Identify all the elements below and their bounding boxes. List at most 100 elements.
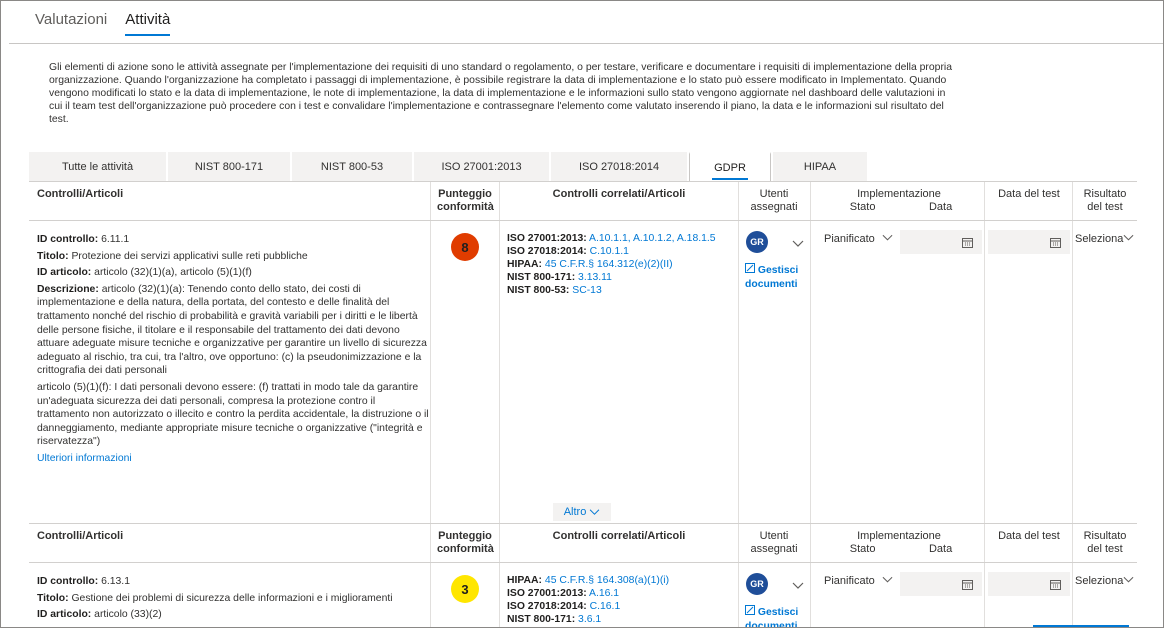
test-date-input[interactable]	[988, 572, 1070, 596]
related-link[interactable]: 3.13.11	[578, 272, 612, 283]
header-score-line: conformità	[437, 201, 494, 213]
description-label: Descrizione:	[37, 283, 99, 295]
filter-tab-iso-27018[interactable]: ISO 27018:2014	[551, 152, 687, 181]
grid-header: Controlli/Articoli Punteggio conformità C…	[29, 523, 1137, 563]
header-users-line: Utenti	[759, 530, 789, 542]
related-label: NIST 800-171:	[507, 614, 576, 625]
header-related: Controlli correlati/Articoli	[552, 188, 686, 200]
header-score-line: Punteggio	[438, 188, 492, 200]
filter-tab-label: ISO 27018:2014	[578, 160, 660, 173]
manage-documents-link[interactable]: Gestisci documenti	[745, 605, 798, 627]
chevron-down-icon	[882, 576, 893, 583]
header-impl-title: Implementazione	[857, 530, 941, 542]
calendar-icon	[962, 238, 973, 248]
related-label: ISO 27018:2014:	[507, 246, 587, 257]
header-test-date: Data del test	[998, 188, 1060, 200]
show-more-button[interactable]: Altro	[553, 503, 611, 521]
status-dropdown[interactable]: Pianificato	[824, 233, 893, 245]
related-link[interactable]: 45 C.F.R.§ 164.308(a)(1)(i)	[545, 575, 669, 586]
test-date-input[interactable]	[988, 230, 1070, 254]
related-link[interactable]: 45 C.F.R.§ 164.312(e)(2)(II)	[545, 259, 673, 270]
filter-tab-gdpr[interactable]: GDPR	[689, 152, 771, 181]
header-related: Controlli correlati/Articoli	[552, 530, 686, 542]
header-implementation: Implementazione Stato Data	[819, 530, 979, 556]
header-score: Punteggio conformità	[437, 530, 494, 556]
tab-attivita[interactable]: Attività	[125, 11, 171, 36]
top-tabs: Valutazioni Attività	[35, 11, 171, 36]
related-link[interactable]: SC-13	[572, 285, 601, 296]
filter-tab-nist-800-171[interactable]: NIST 800-171	[168, 152, 290, 181]
filter-tab-label: HIPAA	[803, 160, 837, 173]
chevron-down-icon	[1123, 576, 1134, 583]
control-title: Gestione dei problemi di sicurezza delle…	[71, 592, 393, 604]
related-link[interactable]: 3.6.1	[578, 614, 601, 625]
filter-tab-label: NIST 800-53	[320, 160, 384, 173]
test-result-dropdown[interactable]: Seleziona	[1075, 575, 1134, 587]
tab-valutazioni[interactable]: Valutazioni	[35, 11, 107, 36]
tab-divider	[9, 43, 1163, 44]
header-users: Utenti assegnati	[741, 530, 807, 556]
article-id: articolo (32)(1)(a), articolo (5)(1)(f)	[94, 267, 252, 279]
header-state: Stato	[849, 543, 876, 555]
related-controls: HIPAA: 45 C.F.R.§ 164.308(a)(1)(i) ISO 2…	[507, 574, 669, 626]
calendar-icon	[962, 580, 973, 590]
header-impl-sub: Stato Data	[819, 201, 979, 214]
document-icon	[745, 605, 755, 615]
header-implementation: Implementazione Stato Data	[819, 188, 979, 214]
compliance-score-badge: 3	[451, 575, 479, 603]
status-value: Pianificato	[824, 575, 875, 587]
related-label: HIPAA:	[507, 259, 543, 270]
header-users: Utenti assegnati	[741, 188, 807, 214]
compliance-score-badge: 8	[451, 233, 479, 261]
filter-tab-iso-27001[interactable]: ISO 27001:2013	[414, 152, 549, 181]
control-title: Protezione dei servizi applicativi sulle…	[71, 250, 308, 262]
title-label: Titolo:	[37, 250, 69, 262]
header-controls: Controlli/Articoli	[37, 530, 124, 542]
header-test-result: Risultato del test	[1075, 188, 1135, 214]
status-value: Pianificato	[824, 233, 875, 245]
manage-documents-link[interactable]: Gestisci documenti	[745, 263, 798, 292]
control-details: ID controllo: 6.13.1 Titolo: Gestione de…	[37, 575, 429, 625]
show-more-label: Altro	[563, 506, 587, 518]
related-label: ISO 27018:2014:	[507, 601, 587, 612]
avatar[interactable]: GR	[746, 231, 768, 253]
header-result-line: Risultato	[1083, 530, 1127, 542]
compliance-score: 3	[461, 581, 469, 597]
article-label: ID articolo:	[37, 267, 92, 279]
implementation-date-input[interactable]	[900, 230, 982, 254]
calendar-icon	[1050, 238, 1061, 248]
filter-tab-all[interactable]: Tutte le attività	[29, 152, 166, 181]
chevron-down-icon[interactable]	[792, 579, 804, 591]
chevron-down-icon	[590, 509, 600, 515]
filter-tab-label: GDPR	[712, 156, 748, 180]
implementation-date-input[interactable]	[900, 572, 982, 596]
header-result-line: del test	[1087, 201, 1123, 213]
header-date: Data	[928, 201, 953, 213]
related-link[interactable]: A.10.1.1, A.10.1.2, A.18.1.5	[589, 233, 716, 244]
status-dropdown[interactable]: Pianificato	[824, 575, 893, 587]
related-label: ISO 27001:2013:	[507, 233, 587, 244]
header-impl-sub: Stato Data	[819, 543, 979, 556]
document-icon	[745, 263, 755, 273]
table-row: ID controllo: 6.13.1 Titolo: Gestione de…	[29, 563, 1137, 627]
description-2: articolo (5)(1)(f): I dati personali dev…	[37, 381, 429, 448]
related-link[interactable]: A.16.1	[589, 588, 619, 599]
manage-line-2: documenti	[745, 279, 798, 290]
related-controls: ISO 27001:2013: A.10.1.1, A.10.1.2, A.18…	[507, 232, 716, 297]
more-info-link[interactable]: Ulteriori informazioni	[37, 452, 429, 466]
avatar[interactable]: GR	[746, 573, 768, 595]
header-users-line: assegnati	[750, 543, 798, 555]
header-state: Stato	[849, 201, 876, 213]
intro-text: Gli elementi di azione sono le attività …	[49, 62, 953, 125]
test-result-dropdown[interactable]: Seleziona	[1075, 233, 1134, 245]
related-link[interactable]: C.10.1.1	[590, 246, 629, 257]
chevron-down-icon[interactable]	[792, 237, 804, 249]
filter-tab-hipaa[interactable]: HIPAA	[773, 152, 867, 181]
test-result-value: Seleziona	[1075, 233, 1124, 245]
filter-tab-nist-800-53[interactable]: NIST 800-53	[292, 152, 412, 181]
related-link[interactable]: C.16.1	[590, 601, 621, 612]
description: articolo (32)(1)(a): Tenendo conto dello…	[37, 283, 427, 377]
control-id-label: ID controllo:	[37, 234, 99, 245]
test-result-value: Seleziona	[1075, 575, 1124, 587]
header-score: Punteggio conformità	[437, 188, 494, 214]
